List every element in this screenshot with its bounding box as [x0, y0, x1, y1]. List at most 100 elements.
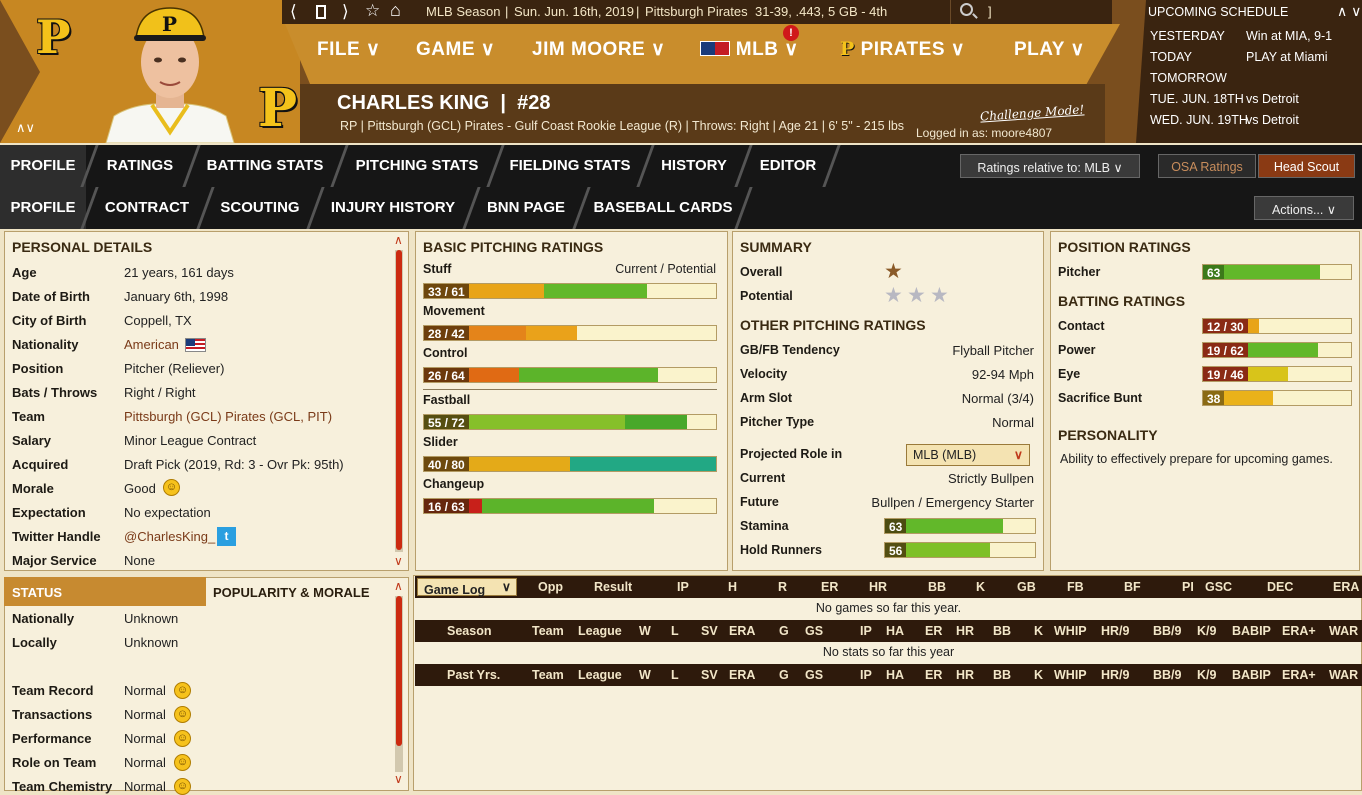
column-header[interactable]: BB — [928, 580, 946, 594]
menu-file[interactable]: FILE ∨ — [317, 38, 380, 61]
column-header[interactable]: League — [578, 624, 622, 638]
column-header[interactable]: K — [1034, 624, 1043, 638]
column-header[interactable]: ERA — [729, 624, 755, 638]
column-header[interactable]: W — [639, 624, 651, 638]
column-header[interactable]: Team — [532, 668, 564, 682]
scrollbar-thumb[interactable] — [396, 596, 402, 746]
subtab-scouting[interactable]: SCOUTING — [210, 187, 310, 229]
column-header[interactable]: R — [778, 580, 787, 594]
column-header[interactable]: L — [671, 624, 679, 638]
menu-game[interactable]: GAME ∨ — [416, 38, 495, 61]
schedule-game[interactable]: Win at MIA, 9-1 — [1246, 29, 1332, 43]
scrollbar-thumb[interactable] — [396, 250, 402, 550]
column-header[interactable]: ERA+ — [1282, 668, 1316, 682]
scroll-down-icon[interactable]: ∨ — [394, 554, 403, 568]
column-header[interactable]: K — [976, 580, 985, 594]
column-header[interactable]: ERA — [729, 668, 755, 682]
column-header[interactable]: HR/9 — [1101, 668, 1129, 682]
column-header[interactable]: Past Yrs. — [447, 668, 500, 682]
column-header[interactable]: HR — [869, 580, 887, 594]
column-header[interactable]: IP — [677, 580, 689, 594]
column-header[interactable]: WHIP — [1054, 668, 1087, 682]
status-scrollbar[interactable] — [395, 596, 403, 772]
menu-pirates[interactable]: P PIRATES ∨ — [840, 38, 965, 61]
column-header[interactable]: WHIP — [1054, 624, 1087, 638]
column-header[interactable]: GSC — [1205, 580, 1232, 594]
game-log-select[interactable]: Game Log ∨ — [417, 578, 517, 597]
menu-play[interactable]: PLAY ∨ — [1014, 38, 1085, 61]
star-icon[interactable]: ☆ — [365, 1, 380, 21]
subtab-profile[interactable]: PROFILE — [0, 187, 86, 229]
scroll-down-icon[interactable]: ∨ — [394, 772, 403, 786]
twitter-icon[interactable]: t — [217, 527, 236, 546]
projected-role-select[interactable]: MLB (MLB) ∨ — [906, 444, 1030, 466]
team-name[interactable]: Pittsburgh Pirates — [645, 4, 748, 19]
column-header[interactable]: League — [578, 668, 622, 682]
column-header[interactable]: FB — [1067, 580, 1084, 594]
column-header[interactable]: Opp — [538, 580, 563, 594]
column-header[interactable]: GB — [1017, 580, 1036, 594]
column-header[interactable]: DEC — [1267, 580, 1293, 594]
tab-batting-stats[interactable]: BATTING STATS — [196, 145, 334, 187]
column-header[interactable]: K — [1034, 668, 1043, 682]
column-header[interactable]: ER — [821, 580, 838, 594]
column-header[interactable]: SV — [701, 668, 718, 682]
column-header[interactable]: BF — [1124, 580, 1141, 594]
collapse-header-button[interactable]: ∧∨ — [16, 120, 35, 136]
subtab-contract[interactable]: CONTRACT — [94, 187, 200, 229]
column-header[interactable]: ER — [925, 668, 942, 682]
column-header[interactable]: SV — [701, 624, 718, 638]
popularity-morale-tab[interactable]: POPULARITY & MORALE — [213, 585, 370, 600]
column-header[interactable]: ERA — [1333, 580, 1359, 594]
column-header[interactable]: L — [671, 668, 679, 682]
column-header[interactable]: IP — [860, 668, 872, 682]
column-header[interactable]: HR/9 — [1101, 624, 1129, 638]
column-header[interactable]: HA — [886, 668, 904, 682]
column-header[interactable]: WAR — [1329, 624, 1358, 638]
osa-ratings-button[interactable]: OSA Ratings — [1158, 154, 1256, 178]
subtab-baseball-cards[interactable]: BASEBALL CARDS — [586, 187, 740, 229]
tab-history[interactable]: HISTORY — [650, 145, 738, 187]
column-header[interactable]: GS — [805, 668, 823, 682]
tab-pitching-stats[interactable]: PITCHING STATS — [344, 145, 490, 187]
column-header[interactable]: K/9 — [1197, 624, 1216, 638]
column-header[interactable]: BB — [993, 668, 1011, 682]
column-header[interactable]: H — [728, 580, 737, 594]
nationality-link[interactable]: American — [124, 337, 179, 352]
column-header[interactable]: GS — [805, 624, 823, 638]
subtab-bnn-page[interactable]: BNN PAGE — [476, 187, 576, 229]
personal-scrollbar[interactable] — [395, 250, 403, 552]
column-header[interactable]: HR — [956, 668, 974, 682]
tab-profile[interactable]: PROFILE — [0, 145, 86, 187]
column-header[interactable]: BB/9 — [1153, 668, 1181, 682]
tab-ratings[interactable]: RATINGS — [94, 145, 186, 187]
subtab-injury-history[interactable]: INJURY HISTORY — [320, 187, 466, 229]
twitter-link[interactable]: @CharlesKing_ — [124, 529, 215, 544]
column-header[interactable]: BABIP — [1232, 624, 1271, 638]
schedule-game[interactable]: vs Detroit — [1246, 113, 1299, 127]
column-header[interactable]: HA — [886, 624, 904, 638]
tab-editor[interactable]: EDITOR — [748, 145, 828, 187]
column-header[interactable]: BB — [993, 624, 1011, 638]
tab-fielding-stats[interactable]: FIELDING STATS — [500, 145, 640, 187]
forward-icon[interactable]: ⟩ — [342, 2, 349, 22]
column-header[interactable]: Season — [447, 624, 491, 638]
column-header[interactable]: K/9 — [1197, 668, 1216, 682]
search-box[interactable] — [950, 0, 1130, 24]
column-header[interactable]: G — [779, 624, 789, 638]
column-header[interactable]: ERA+ — [1282, 624, 1316, 638]
back-icon[interactable]: ⟨ — [290, 2, 297, 22]
team-link[interactable]: Pittsburgh (GCL) Pirates (GCL, PIT) — [124, 409, 332, 424]
column-header[interactable]: ER — [925, 624, 942, 638]
home-icon[interactable]: ⌂ — [390, 0, 401, 21]
ratings-relative-dropdown[interactable]: Ratings relative to: MLB ∨ — [960, 154, 1140, 178]
column-header[interactable]: WAR — [1329, 668, 1358, 682]
menu-manager[interactable]: JIM MOORE ∨ — [532, 38, 665, 61]
column-header[interactable]: Result — [594, 580, 632, 594]
column-header[interactable]: Team — [532, 624, 564, 638]
column-header[interactable]: PI — [1182, 580, 1194, 594]
column-header[interactable]: W — [639, 668, 651, 682]
bookmark-icon[interactable] — [316, 5, 326, 19]
column-header[interactable]: IP — [860, 624, 872, 638]
column-header[interactable]: HR — [956, 624, 974, 638]
